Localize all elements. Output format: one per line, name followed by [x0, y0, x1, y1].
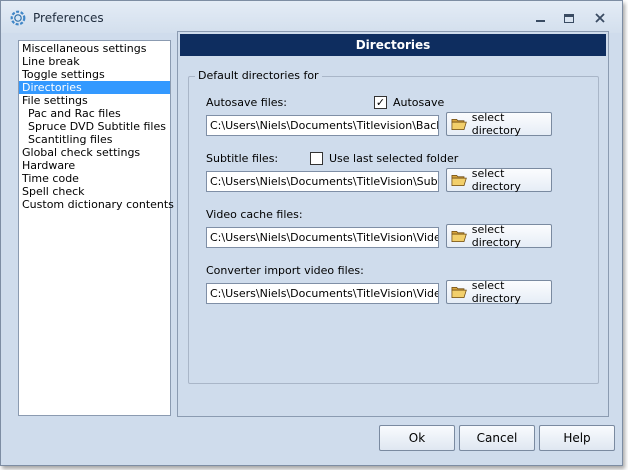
subtitle-label: Subtitle files: [206, 152, 279, 165]
use-last-folder-checkbox-wrap[interactable]: Use last selected folder [310, 152, 458, 165]
autosave-checkbox-label: Autosave [393, 96, 445, 109]
tree-item[interactable]: Toggle settings [19, 68, 170, 81]
directories-panel: Directories Default directories for Auto… [177, 31, 609, 417]
maximize-button[interactable] [558, 10, 580, 26]
autosave-path-input[interactable]: C:\Users\Niels\Documents\Titlevision\Bac… [206, 115, 439, 136]
tree-item[interactable]: Custom dictionary contents [19, 198, 174, 211]
folder-open-icon [451, 286, 467, 298]
category-tree[interactable]: Miscellaneous settings Line break Toggle s… [18, 40, 174, 416]
autosave-label: Autosave files: [206, 96, 287, 109]
minimize-icon [535, 20, 545, 22]
converter-select-directory-button[interactable]: select directory [446, 279, 552, 305]
folder-open-icon [451, 174, 467, 186]
use-last-folder-checkbox[interactable] [310, 152, 323, 165]
video-cache-label: Video cache files: [206, 208, 303, 221]
cancel-button[interactable]: Cancel [459, 425, 535, 451]
autosave-select-directory-button[interactable]: select directory [446, 111, 552, 137]
subtitle-select-directory-button[interactable]: select directory [446, 167, 552, 193]
autosave-checkbox[interactable]: ✓ [374, 96, 387, 109]
close-icon [595, 13, 605, 23]
folder-open-icon [451, 118, 467, 130]
converter-path-input[interactable]: C:\Users\Niels\Documents\TitleVision\Vid… [206, 283, 439, 304]
autosave-checkbox-wrap[interactable]: ✓ Autosave [374, 96, 444, 109]
ok-button[interactable]: Ok [379, 425, 455, 451]
select-directory-label: select directory [471, 167, 521, 193]
tree-item[interactable]: Line break [19, 55, 170, 68]
video-cache-path-input[interactable]: C:\Users\Niels\Documents\TitleVision\Vid… [206, 227, 439, 248]
preferences-window: Preferences Miscellaneous settings Line b… [0, 0, 623, 466]
tree-item[interactable]: Directories [19, 81, 170, 94]
tree-item[interactable]: File settings [19, 94, 170, 107]
subtitle-path-input[interactable]: C:\Users\Niels\Documents\TitleVision\Sub… [206, 171, 439, 192]
tree-item[interactable]: Spell check [19, 185, 170, 198]
help-button[interactable]: Help [539, 425, 615, 451]
select-directory-label: select directory [471, 223, 521, 249]
title-bar[interactable]: Preferences [1, 1, 622, 33]
default-directories-group: Default directories for Autosave files: … [188, 69, 599, 384]
tree-item[interactable]: Spruce DVD Subtitle files [19, 120, 170, 133]
maximize-icon [564, 13, 574, 23]
tree-item[interactable]: Hardware [19, 159, 170, 172]
minimize-button[interactable] [529, 10, 551, 26]
window-title: Preferences [33, 11, 104, 25]
tree-item[interactable]: Pac and Rac files [19, 107, 170, 120]
tree-item[interactable]: Global check settings [19, 146, 170, 159]
gear-icon [10, 10, 26, 26]
select-directory-label: select directory [471, 279, 521, 305]
select-directory-label: select directory [471, 111, 521, 137]
close-button[interactable] [589, 10, 611, 26]
use-last-folder-label: Use last selected folder [329, 152, 459, 165]
tree-item[interactable]: Miscellaneous settings [19, 42, 170, 55]
tree-item[interactable]: Time code [19, 172, 170, 185]
folder-open-icon [451, 230, 467, 242]
group-label: Default directories for [195, 69, 322, 82]
tree-item[interactable]: Scantitling files [19, 133, 170, 146]
panel-header: Directories [180, 34, 606, 56]
converter-label: Converter import video files: [206, 264, 364, 277]
video-cache-select-directory-button[interactable]: select directory [446, 223, 552, 249]
